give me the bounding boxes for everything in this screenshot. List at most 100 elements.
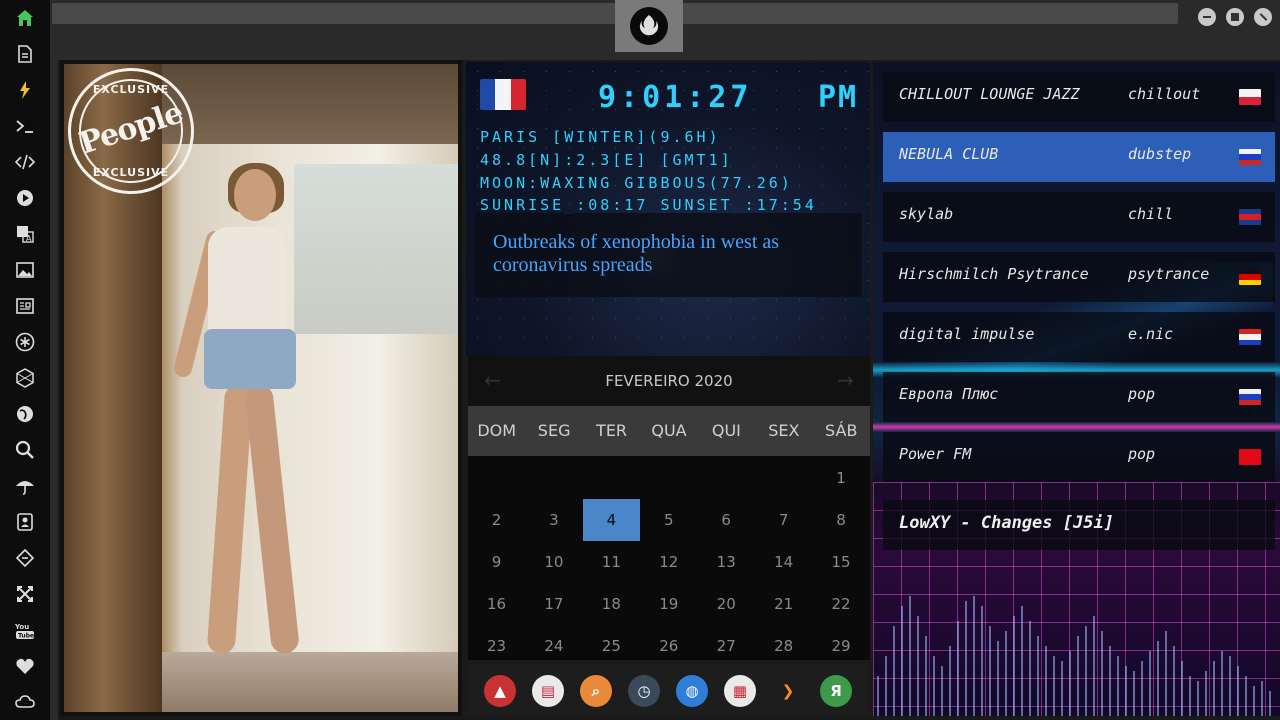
- visualizer-bar: [1053, 656, 1055, 716]
- cloud-icon[interactable]: [13, 690, 37, 714]
- calendar-day[interactable]: 15: [813, 541, 870, 583]
- yandex-app-icon[interactable]: Я: [820, 675, 852, 707]
- calendar-day[interactable]: 24: [525, 625, 582, 667]
- globe-icon[interactable]: [13, 402, 37, 426]
- calendar-day[interactable]: 27: [698, 625, 755, 667]
- calendar-month-title: FEVEREIRO 2020: [605, 372, 733, 390]
- calendar-day[interactable]: 13: [698, 541, 755, 583]
- calendar-day[interactable]: 6: [698, 499, 755, 541]
- station-row[interactable]: NEBULA CLUB dubstep: [883, 132, 1275, 182]
- play-icon[interactable]: [13, 186, 37, 210]
- news-headline[interactable]: Outbreaks of xenophobia in west as coron…: [475, 213, 862, 297]
- chevron-app-icon[interactable]: ❯: [772, 675, 804, 707]
- contact-card-icon[interactable]: [13, 510, 37, 534]
- calendar-day[interactable]: 16: [468, 583, 525, 625]
- calendar-day[interactable]: 11: [583, 541, 640, 583]
- calendar-day[interactable]: 5: [640, 499, 697, 541]
- calendar-day[interactable]: 10: [525, 541, 582, 583]
- visualizer-bar: [933, 656, 935, 716]
- terminal-icon[interactable]: [13, 114, 37, 138]
- visualizer-bar: [1117, 656, 1119, 716]
- station-row[interactable]: Европа Плюс pop: [883, 372, 1275, 422]
- weekday-label: SEX: [768, 421, 800, 440]
- home-icon[interactable]: [13, 6, 37, 30]
- calendar-app-icon[interactable]: ▦: [724, 675, 756, 707]
- visualizer-bar: [1085, 626, 1087, 716]
- calendar-day[interactable]: 7: [755, 499, 812, 541]
- visualizer-bar: [885, 656, 887, 716]
- hexagon-icon[interactable]: [13, 366, 37, 390]
- image-icon[interactable]: [13, 258, 37, 282]
- calendar-day[interactable]: 14: [755, 541, 812, 583]
- calendar-day[interactable]: 8: [813, 499, 870, 541]
- station-row[interactable]: Power FM pop: [883, 432, 1275, 482]
- weekday-label: QUI: [711, 421, 741, 440]
- station-name: Hirschmilch Psytrance: [899, 265, 1089, 283]
- calendar-day[interactable]: 1: [813, 457, 870, 499]
- search-icon[interactable]: [13, 438, 37, 462]
- calendar-day[interactable]: 28: [755, 625, 812, 667]
- newspaper-app-icon[interactable]: ▤: [532, 675, 564, 707]
- calendar-day[interactable]: 26: [640, 625, 697, 667]
- calendar-day[interactable]: 25: [583, 625, 640, 667]
- visualizer-bar: [1037, 636, 1039, 716]
- clock-app-icon[interactable]: ◷: [628, 675, 660, 707]
- bolt-icon[interactable]: [13, 78, 37, 102]
- visualizer-bar: [1029, 621, 1031, 716]
- code-icon[interactable]: [13, 150, 37, 174]
- calendar-day[interactable]: 17: [525, 583, 582, 625]
- minimize-icon[interactable]: [1198, 8, 1216, 26]
- tag-icon[interactable]: [13, 546, 37, 570]
- visualizer-bar: [1197, 681, 1199, 716]
- calendar-day[interactable]: 3: [525, 499, 582, 541]
- station-row[interactable]: CHILLOUT LOUNGE JAZZ chillout: [883, 72, 1275, 122]
- station-row[interactable]: digital impulse e.nic: [883, 312, 1275, 362]
- next-month-button[interactable]: →: [837, 368, 854, 392]
- umbrella-icon[interactable]: [13, 474, 37, 498]
- calendar-day[interactable]: 22: [813, 583, 870, 625]
- asterisk-icon[interactable]: [13, 330, 37, 354]
- news-icon[interactable]: [13, 294, 37, 318]
- weekday-label: QUA: [651, 421, 687, 440]
- now-playing: LowXY - Changes [J5i]: [883, 500, 1275, 550]
- shuffle-icon[interactable]: [13, 582, 37, 606]
- close-icon[interactable]: [1254, 8, 1272, 26]
- heart-icon[interactable]: [13, 654, 37, 678]
- station-row[interactable]: skylab chill: [883, 192, 1275, 242]
- calendar-day[interactable]: 29: [813, 625, 870, 667]
- calendar-day-today[interactable]: 4: [582, 499, 640, 541]
- visualizer-bar: [1181, 661, 1183, 716]
- calendar-widget: ← FEVEREIRO 2020 → DOM SEG TER QUA QUI SEX SÁB…: [468, 356, 870, 660]
- station-genre: dubstep: [1128, 145, 1192, 163]
- station-row[interactable]: Hirschmilch Psytrance psytrance: [883, 252, 1275, 302]
- people-exclusive-logo: EXCLUSIVE People EXCLUSIVE: [68, 68, 194, 194]
- visualizer-bar: [973, 596, 975, 716]
- youtube-icon[interactable]: You Tube: [13, 618, 37, 642]
- visualizer-bar: [997, 641, 999, 716]
- visualizer-bar: [925, 636, 927, 716]
- visualizer-bar: [1005, 631, 1007, 716]
- visualizer-bar: [1013, 616, 1015, 716]
- calendar-day[interactable]: 18: [583, 583, 640, 625]
- visualizer-bar: [1165, 631, 1167, 716]
- calendar-day[interactable]: 9: [468, 541, 525, 583]
- calendar-day[interactable]: 2: [468, 499, 525, 541]
- globe-app-icon[interactable]: ◍: [676, 675, 708, 707]
- country-flag-icon: [1239, 89, 1261, 105]
- visualizer-bar: [909, 596, 911, 716]
- translate-icon[interactable]: A: [13, 222, 37, 246]
- visualizer-bar: [917, 616, 919, 716]
- visualizer-bar: [901, 606, 903, 716]
- document-icon[interactable]: [13, 42, 37, 66]
- calendar-day[interactable]: 19: [640, 583, 697, 625]
- visualizer-bar: [1261, 681, 1263, 716]
- emblem-tab[interactable]: [615, 0, 683, 52]
- calendar-day[interactable]: 23: [468, 625, 525, 667]
- calendar-day[interactable]: 20: [698, 583, 755, 625]
- maximize-icon[interactable]: [1226, 8, 1244, 26]
- weekday-label: TER: [596, 421, 628, 440]
- calendar-day[interactable]: 21: [755, 583, 812, 625]
- calendar-day[interactable]: 12: [640, 541, 697, 583]
- search-app-icon[interactable]: ⌕: [580, 675, 612, 707]
- red-triangle-app-icon[interactable]: ▲: [484, 675, 516, 707]
